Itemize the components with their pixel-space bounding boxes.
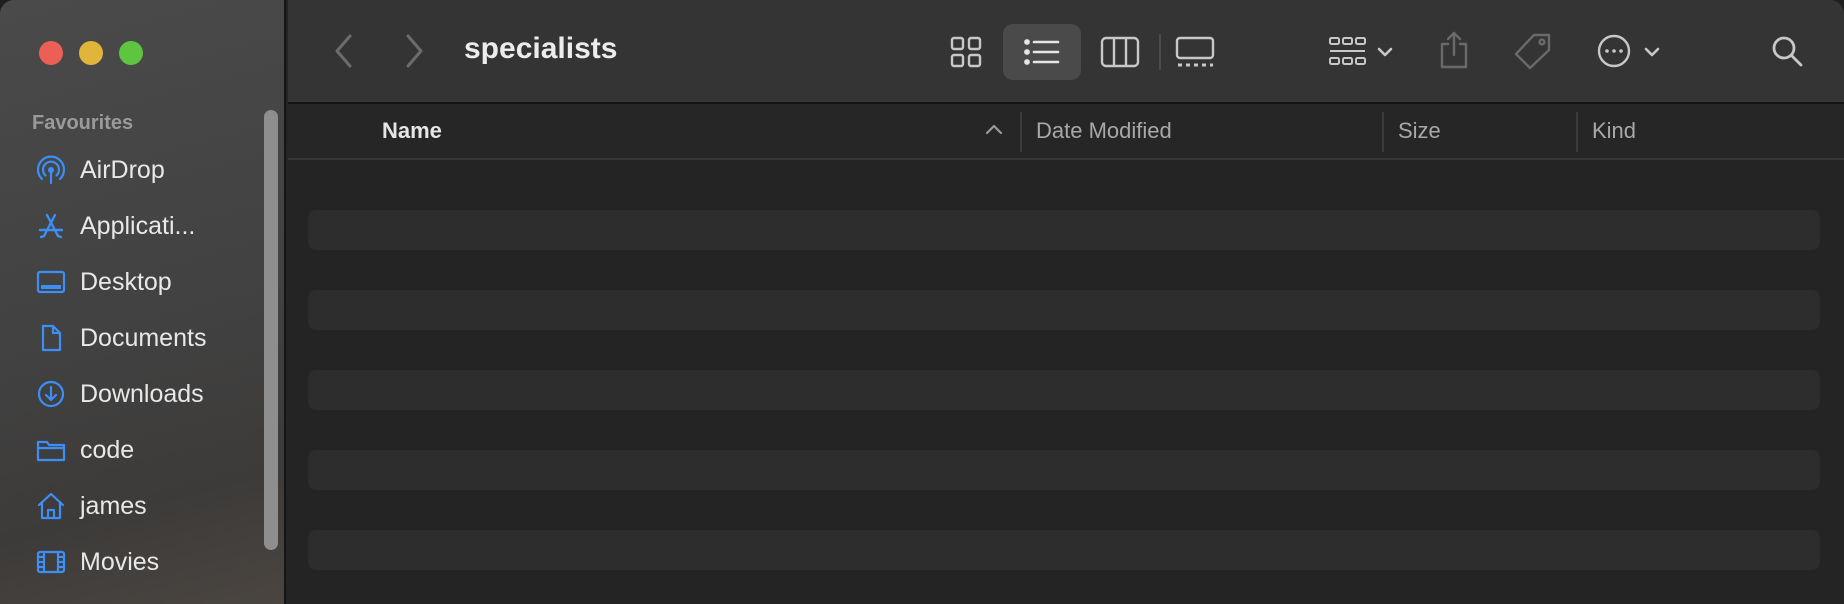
download-icon	[36, 379, 66, 409]
list-row-stripe	[308, 370, 1820, 410]
icon-view-grid-icon[interactable]	[950, 36, 982, 68]
toolbar: specialists	[288, 0, 1844, 104]
tag-icon[interactable]	[1512, 32, 1552, 70]
sidebar-item-label: james	[80, 491, 147, 520]
sidebar: Favourites AirDrop Applicati... Desktop …	[0, 0, 286, 604]
chevron-down-icon[interactable]	[1376, 46, 1394, 58]
zoom-button[interactable]	[119, 41, 143, 65]
gallery-view-icon[interactable]	[1175, 36, 1215, 68]
sidebar-item-airdrop[interactable]: AirDrop	[0, 142, 260, 198]
column-view-icon[interactable]	[1100, 36, 1140, 68]
search-icon[interactable]	[1770, 34, 1804, 68]
sidebar-scrollbar[interactable]	[264, 110, 278, 550]
sidebar-list: AirDrop Applicati... Desktop Documents D…	[0, 142, 260, 590]
sidebar-item-label: Desktop	[80, 267, 172, 296]
sidebar-item-label: Documents	[80, 323, 207, 352]
sidebar-heading-favourites: Favourites	[32, 112, 134, 134]
sidebar-item-label: Movies	[80, 547, 160, 576]
sort-ascending-chevron-icon[interactable]	[984, 122, 1004, 141]
window-title: specialists	[464, 32, 618, 65]
column-header: Name Date Modified Size Kind	[288, 104, 1844, 160]
minimize-button[interactable]	[79, 41, 103, 65]
sidebar-item-label: Downloads	[80, 379, 204, 408]
more-options-icon[interactable]	[1596, 33, 1632, 69]
sidebar-item-movies[interactable]: Movies	[0, 534, 260, 590]
airdrop-icon	[36, 155, 66, 185]
column-date-modified[interactable]: Date Modified	[1036, 104, 1172, 158]
toolbar-divider	[1159, 34, 1161, 70]
list-row-stripe	[308, 530, 1820, 570]
sidebar-item-code[interactable]: code	[0, 422, 260, 478]
column-separator[interactable]	[1020, 112, 1022, 152]
applications-icon	[36, 211, 66, 241]
list-view-icon[interactable]	[1024, 38, 1060, 66]
column-separator[interactable]	[1382, 112, 1384, 152]
finder-window: Favourites AirDrop Applicati... Desktop …	[0, 0, 1844, 604]
folder-icon	[36, 435, 66, 465]
document-icon	[36, 323, 66, 353]
film-icon	[36, 547, 66, 577]
list-row-stripe	[308, 290, 1820, 330]
sidebar-item-documents[interactable]: Documents	[0, 310, 260, 366]
chevron-down-icon[interactable]	[1643, 46, 1661, 58]
close-button[interactable]	[39, 41, 63, 65]
column-separator[interactable]	[1576, 112, 1578, 152]
list-row-stripe	[308, 210, 1820, 250]
back-chevron-icon[interactable]	[332, 32, 356, 70]
sidebar-item-applications[interactable]: Applicati...	[0, 198, 260, 254]
column-name[interactable]: Name	[382, 104, 442, 158]
sidebar-item-label: Applicati...	[80, 211, 196, 240]
group-by-icon[interactable]	[1328, 36, 1368, 68]
sidebar-item-downloads[interactable]: Downloads	[0, 366, 260, 422]
list-row-stripe	[308, 450, 1820, 490]
column-kind[interactable]: Kind	[1592, 104, 1636, 158]
desktop-icon	[36, 267, 66, 297]
home-icon	[36, 491, 66, 521]
sidebar-item-label: code	[80, 435, 135, 464]
column-size[interactable]: Size	[1398, 104, 1441, 158]
sidebar-item-label: AirDrop	[80, 155, 165, 184]
share-icon[interactable]	[1438, 30, 1470, 70]
forward-chevron-icon[interactable]	[402, 32, 426, 70]
sidebar-item-james[interactable]: james	[0, 478, 260, 534]
sidebar-item-desktop[interactable]: Desktop	[0, 254, 260, 310]
